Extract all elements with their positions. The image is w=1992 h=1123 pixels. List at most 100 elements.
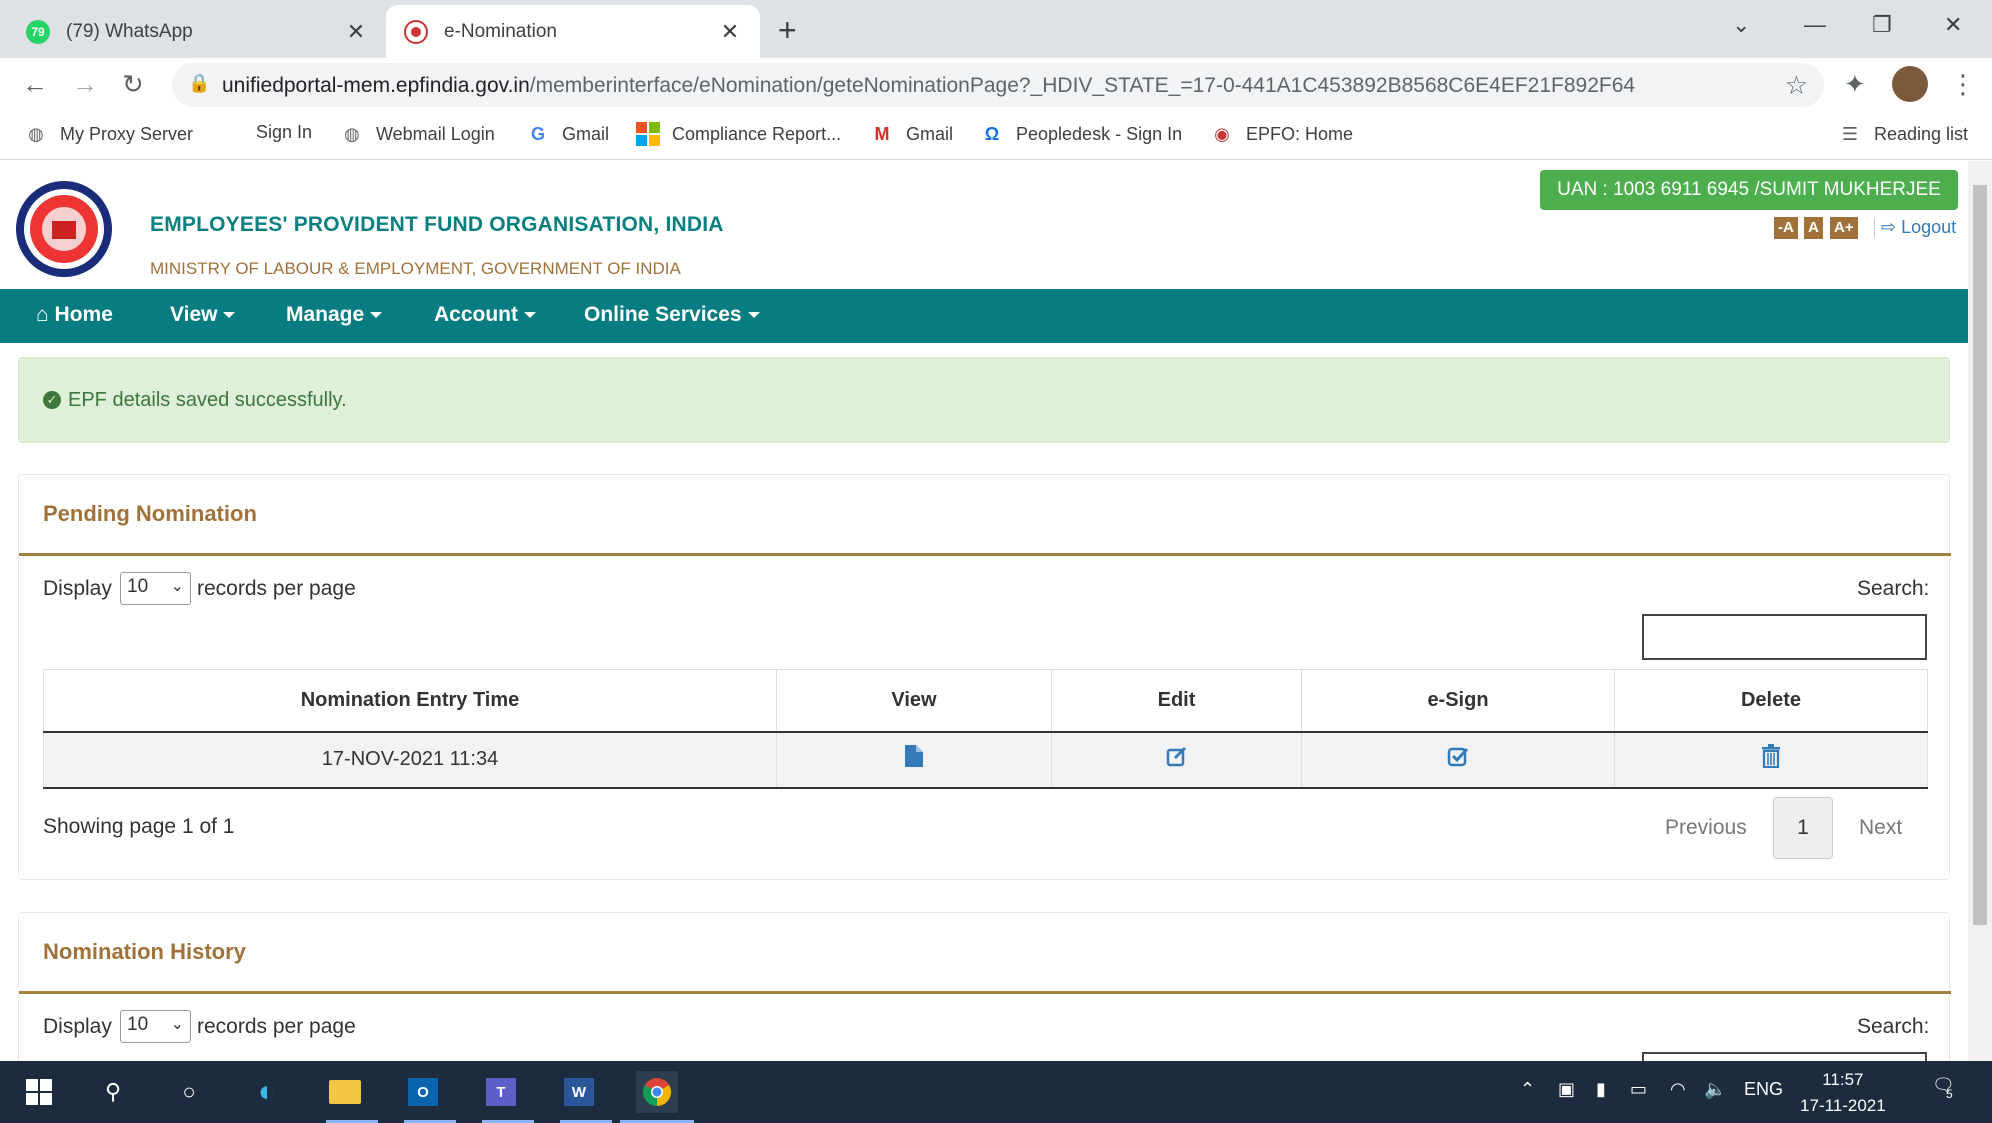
url-text: unifiedportal-mem.epfindia.gov.in/member…: [222, 74, 1636, 97]
show-hidden-icons-icon[interactable]: ⌃: [1520, 1079, 1535, 1100]
nav-online-services[interactable]: Online Services: [584, 303, 760, 327]
epfo-logo: [16, 181, 112, 277]
bookmark-gmail[interactable]: G Gmail: [526, 122, 609, 146]
uan-badge: UAN : 1003 6911 6945 /SUMIT MUKHERJEE: [1540, 170, 1958, 210]
wifi-icon[interactable]: ◠: [1670, 1079, 1686, 1100]
epfo-favicon-icon: [404, 19, 428, 44]
nav-manage[interactable]: Manage: [286, 303, 383, 327]
col-view[interactable]: View: [776, 669, 1052, 733]
menu-icon[interactable]: ⋮: [1950, 69, 1976, 100]
bookmark-my-proxy-server[interactable]: ◍ My Proxy Server: [24, 122, 193, 146]
windows-taskbar: ⚲ ○ ◐ O T W ⌃ ▣ ▮ ▭ ◠ 🔈 ENG 11:57 17-11-…: [0, 1061, 1992, 1123]
edit-icon[interactable]: [1166, 745, 1188, 774]
next-button[interactable]: Next: [1859, 816, 1902, 840]
teams-icon[interactable]: T: [480, 1071, 522, 1113]
showing-page-label: Showing page 1 of 1: [43, 815, 235, 838]
window-close-icon[interactable]: ✕: [1944, 12, 1962, 38]
restore-icon[interactable]: ❐: [1872, 12, 1892, 38]
font-increase-button[interactable]: A+: [1830, 217, 1858, 239]
bookmark-epfo-home[interactable]: ◉ EPFO: Home: [1210, 122, 1353, 146]
battery-icon[interactable]: ▭: [1630, 1079, 1647, 1100]
check-circle-icon: ✓: [43, 391, 61, 409]
col-delete[interactable]: Delete: [1614, 669, 1928, 733]
table-row: 17-NOV-2021 11:34: [43, 731, 1928, 789]
previous-button[interactable]: Previous: [1665, 816, 1747, 840]
col-e-sign[interactable]: e-Sign: [1301, 669, 1615, 733]
trash-icon[interactable]: [1761, 744, 1781, 775]
logout-link[interactable]: ⇨ Logout: [1874, 217, 1956, 238]
system-clock[interactable]: 11:57 17-11-2021: [1800, 1067, 1886, 1119]
address-bar[interactable]: 🔒 unifiedportal-mem.epfindia.gov.in/memb…: [172, 63, 1824, 107]
word-icon[interactable]: W: [558, 1071, 600, 1113]
bookmark-sign-in[interactable]: Sign In: [256, 122, 312, 143]
browser-toolbar: ← → ↻ 🔒 unifiedportal-mem.epfindia.gov.i…: [0, 58, 1992, 112]
browser-tab-strip: 79 (79) WhatsApp ✕ e-Nomination ✕ + ⌄ — …: [0, 0, 1992, 58]
outlook-icon[interactable]: O: [402, 1071, 444, 1113]
org-name: EMPLOYEES' PROVIDENT FUND ORGANISATION, …: [150, 213, 724, 236]
tab-whatsapp[interactable]: 79 (79) WhatsApp ✕: [8, 5, 386, 58]
bookmark-star-icon[interactable]: ☆: [1785, 70, 1808, 101]
records-per-page-select[interactable]: 10 ⌄: [120, 572, 191, 605]
caret-down-icon: [223, 312, 236, 319]
file-explorer-icon[interactable]: [324, 1071, 366, 1113]
back-icon[interactable]: ←: [22, 69, 48, 100]
meet-now-icon[interactable]: ▣: [1558, 1079, 1575, 1100]
reading-list[interactable]: ☰ Reading list: [1838, 122, 1968, 146]
col-nomination-entry-time[interactable]: Nomination Entry Time: [43, 669, 777, 733]
check-square-icon[interactable]: [1447, 745, 1469, 774]
chrome-icon[interactable]: [636, 1071, 678, 1113]
cortana-icon[interactable]: ○: [168, 1071, 210, 1113]
caret-down-icon: [747, 312, 760, 319]
delete-cell: [1614, 731, 1928, 789]
search-icon[interactable]: ⚲: [92, 1071, 134, 1113]
close-tab-icon[interactable]: ✕: [344, 19, 368, 45]
bookmark-peopledesk[interactable]: Ω Peopledesk - Sign In: [980, 122, 1182, 146]
search-input[interactable]: [1642, 614, 1927, 660]
chevron-down-icon: ⌄: [170, 1016, 184, 1033]
profile-avatar[interactable]: [1892, 66, 1928, 102]
view-cell: [776, 731, 1052, 789]
new-tab-icon[interactable]: +: [778, 12, 797, 49]
font-normal-button[interactable]: A: [1804, 217, 1823, 239]
scrollbar-thumb[interactable]: [1973, 185, 1987, 925]
bookmark-gmail-2[interactable]: M Gmail: [870, 122, 954, 146]
entry-time-cell: 17-NOV-2021 11:34: [43, 731, 777, 789]
nav-account[interactable]: Account: [434, 303, 536, 327]
notifications-icon[interactable]: 🗨 5: [1932, 1075, 1955, 1101]
reload-icon[interactable]: ↻: [122, 69, 144, 100]
nav-home[interactable]: ⌂ Home: [36, 303, 113, 327]
search-label: Search:: [1857, 577, 1930, 600]
microphone-icon[interactable]: ▮: [1596, 1079, 1606, 1100]
gmail-icon: M: [874, 123, 890, 144]
tab-e-nomination[interactable]: e-Nomination ✕: [386, 5, 760, 58]
page-content: EMPLOYEES' PROVIDENT FUND ORGANISATION, …: [0, 161, 1968, 1061]
main-nav: ⌂ Home View Manage Account Online Servic…: [0, 289, 1968, 343]
nav-view[interactable]: View: [170, 303, 236, 327]
language-indicator[interactable]: ENG: [1744, 1079, 1783, 1100]
records-per-page-select[interactable]: 10 ⌄: [120, 1010, 191, 1043]
caret-down-icon: [524, 312, 536, 319]
bookmark-webmail-login[interactable]: ◍ Webmail Login: [340, 122, 495, 146]
file-icon[interactable]: [905, 745, 923, 774]
minimize-icon[interactable]: —: [1804, 12, 1826, 38]
tab-search-icon[interactable]: ⌄: [1732, 12, 1750, 38]
volume-icon[interactable]: 🔈: [1704, 1079, 1726, 1100]
tab-title: (79) WhatsApp: [66, 20, 193, 42]
windows-start-icon[interactable]: [18, 1071, 60, 1113]
page-scrollbar[interactable]: [1968, 161, 1992, 1061]
page-1-button[interactable]: 1: [1773, 797, 1833, 859]
panel-title: Nomination History: [43, 939, 246, 964]
divider: [19, 553, 1951, 556]
whatsapp-icon: 79: [26, 19, 50, 44]
forward-icon[interactable]: →: [72, 69, 98, 100]
divider: [19, 991, 1951, 994]
close-tab-icon[interactable]: ✕: [718, 19, 742, 45]
search-input[interactable]: [1642, 1052, 1927, 1061]
bookmark-compliance-report[interactable]: Compliance Report...: [636, 122, 841, 146]
font-decrease-button[interactable]: -A: [1774, 217, 1798, 239]
col-edit[interactable]: Edit: [1051, 669, 1302, 733]
edge-icon[interactable]: ◐: [246, 1071, 288, 1113]
extensions-icon[interactable]: ✦: [1844, 69, 1866, 100]
peopledesk-icon: Ω: [984, 123, 1000, 144]
success-alert: ✓ EPF details saved successfully.: [18, 357, 1950, 443]
